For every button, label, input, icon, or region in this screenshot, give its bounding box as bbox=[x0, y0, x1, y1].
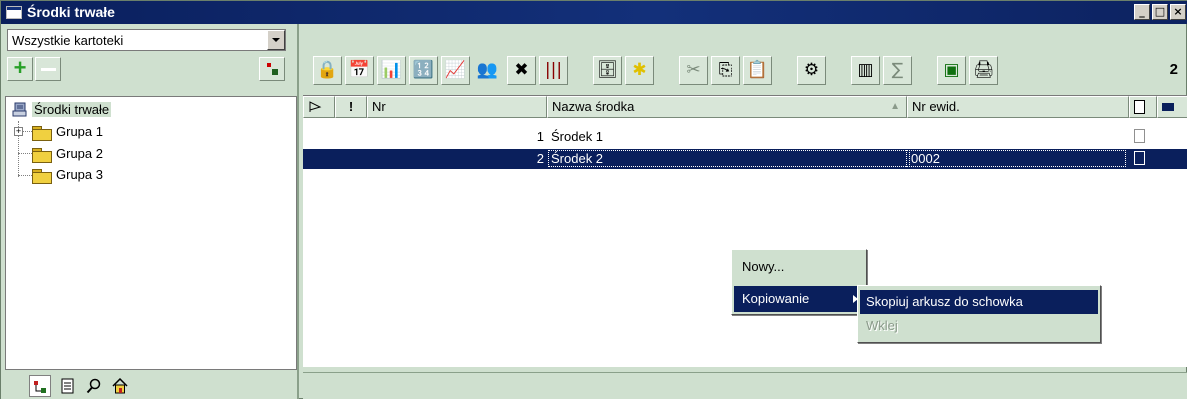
menu-item-copy[interactable]: Kopiowanie bbox=[734, 286, 864, 312]
excel-icon[interactable]: ▣ bbox=[937, 56, 966, 85]
paste-icon[interactable]: 📋 bbox=[743, 56, 772, 85]
column-flag[interactable]: ! bbox=[335, 96, 367, 118]
number-table-icon[interactable]: 🔢 bbox=[409, 56, 438, 85]
copy-submenu: Skopiuj arkusz do schowka Wklej bbox=[857, 285, 1101, 343]
document-column-icon[interactable] bbox=[1129, 96, 1157, 118]
table-row-selected[interactable]: 2 Środek 2 0002 bbox=[303, 149, 1187, 169]
sort-up-icon: ▲ bbox=[890, 101, 900, 112]
window-title: Środki trwałe bbox=[27, 4, 115, 20]
expand-icon[interactable]: + bbox=[14, 127, 23, 136]
upload-chart-icon[interactable]: 📈 bbox=[441, 56, 470, 85]
tree-root-label: Środki trwałe bbox=[32, 102, 112, 117]
remove-button[interactable] bbox=[35, 57, 61, 81]
column-name-label: Nazwa środka bbox=[552, 99, 635, 114]
category-tree: Środki trwałe + Grupa 1 Grupa 2 Grupa 3 bbox=[5, 96, 297, 370]
cut-icon[interactable]: ✂ bbox=[679, 56, 708, 85]
calendar-icon[interactable]: 📅 bbox=[345, 56, 374, 85]
menu-item-paste[interactable]: Wklej bbox=[860, 314, 1098, 338]
filter-value: Wszystkie kartoteki bbox=[12, 33, 124, 48]
window-icon bbox=[6, 6, 22, 19]
sidebar-tabs bbox=[5, 372, 297, 399]
barcode-icon[interactable]: ||| bbox=[539, 56, 568, 85]
add-button[interactable]: + bbox=[7, 57, 33, 81]
tree-options-button[interactable] bbox=[259, 57, 285, 81]
sort-icon[interactable] bbox=[303, 96, 335, 118]
delete-icon[interactable]: ✖ bbox=[507, 56, 536, 85]
folder-icon bbox=[32, 169, 52, 184]
column-nr[interactable]: Nr bbox=[367, 96, 547, 118]
document-icon[interactable] bbox=[57, 375, 79, 397]
chart-icon[interactable]: 📊 bbox=[377, 56, 406, 85]
row-nr: 1 bbox=[536, 129, 544, 144]
home-icon[interactable] bbox=[109, 375, 131, 397]
title-bar: Środki trwałe _ □ × bbox=[1, 1, 1187, 24]
row-nr: 2 bbox=[536, 151, 544, 166]
document-icon bbox=[1134, 129, 1145, 143]
close-button[interactable]: × bbox=[1170, 4, 1186, 20]
chevron-down-icon[interactable] bbox=[267, 30, 285, 50]
tree-group-label: Grupa 3 bbox=[56, 167, 103, 182]
cabinet-icon bbox=[12, 102, 27, 117]
menu-item-new[interactable]: Nowy... bbox=[734, 254, 864, 280]
column-name[interactable]: Nazwa środka ▲ bbox=[547, 96, 907, 118]
lock-icon[interactable]: 🔒 bbox=[313, 56, 342, 85]
sidebar: Wszystkie kartoteki + Środki trwałe + Gr… bbox=[1, 24, 299, 399]
tree-group-label: Grupa 1 bbox=[56, 124, 103, 139]
people-icon[interactable]: 👥 bbox=[473, 56, 502, 85]
document-icon bbox=[1134, 151, 1145, 165]
column-ewid[interactable]: Nr ewid. bbox=[907, 96, 1129, 118]
record-count: 2 bbox=[1169, 61, 1178, 78]
star-icon[interactable]: ✱ bbox=[625, 56, 654, 85]
print-icon[interactable]: 🖨 bbox=[969, 56, 998, 85]
row-name: Środek 1 bbox=[551, 129, 604, 144]
row-ewid: 0002 bbox=[906, 150, 1126, 167]
folder-icon bbox=[32, 148, 52, 163]
row-name: Środek 2 bbox=[548, 150, 910, 167]
table-row[interactable]: 1 Środek 1 bbox=[303, 127, 1187, 147]
table-header: ! Nr Nazwa środka ▲ Nr ewid. bbox=[303, 96, 1187, 118]
minimize-button[interactable]: _ bbox=[1134, 4, 1150, 20]
copy-icon[interactable]: ⎘ bbox=[711, 56, 740, 85]
filter-dropdown[interactable]: Wszystkie kartoteki bbox=[7, 29, 286, 51]
tree-group-label: Grupa 2 bbox=[56, 146, 103, 161]
columns-icon[interactable]: ▥ bbox=[851, 56, 880, 85]
main-window: Środki trwałe _ □ × Wszystkie kartoteki … bbox=[0, 0, 1187, 399]
maximize-button[interactable]: □ bbox=[1152, 4, 1168, 20]
sum-icon[interactable]: ∑ bbox=[883, 56, 912, 85]
menu-item-copy-label: Kopiowanie bbox=[742, 291, 810, 306]
tree-view-icon[interactable] bbox=[29, 375, 51, 397]
properties-icon[interactable]: ⚙ bbox=[797, 56, 826, 85]
status-bar bbox=[303, 372, 1187, 399]
cabinet-toolbar-icon[interactable]: 🗄 bbox=[593, 56, 622, 85]
color-column-icon[interactable] bbox=[1157, 96, 1187, 118]
context-menu: Nowy... Kopiowanie bbox=[731, 249, 867, 315]
search-icon[interactable] bbox=[83, 375, 105, 397]
main-toolbar: 🔒 📅 📊 🔢 📈 👥 ✖ ||| 🗄 ✱ ✂ ⎘ 📋 ⚙ ▥ ∑ ▣ 🖨 2 bbox=[307, 53, 1187, 89]
menu-item-copy-sheet[interactable]: Skopiuj arkusz do schowka bbox=[860, 290, 1098, 314]
folder-icon bbox=[32, 126, 52, 141]
